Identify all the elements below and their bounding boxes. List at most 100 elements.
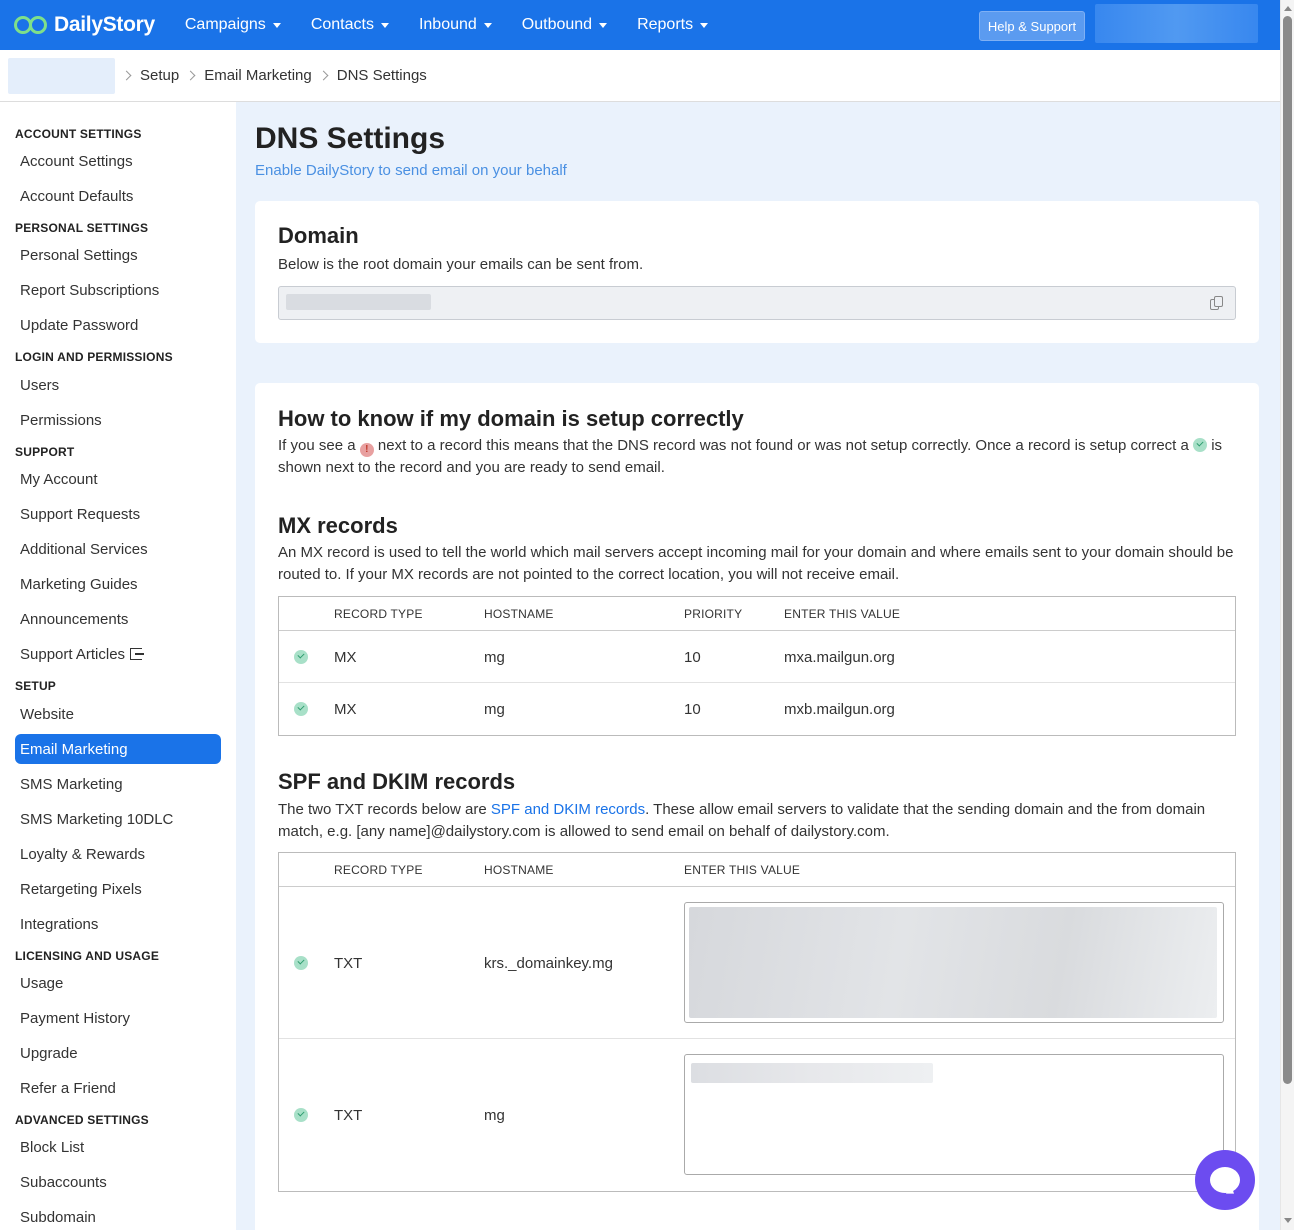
table-header: RECORD TYPE HOSTNAME PRIORITY ENTER THIS… bbox=[279, 597, 1235, 631]
page-scrollbar[interactable] bbox=[1280, 0, 1294, 1230]
chevron-down-icon bbox=[700, 22, 709, 28]
chevron-down-icon bbox=[380, 22, 389, 28]
nav-contacts[interactable]: Contacts bbox=[311, 16, 389, 34]
section-advanced-settings: ADVANCED SETTINGS bbox=[15, 1113, 149, 1127]
sidebar-item-subaccounts[interactable]: Subaccounts bbox=[15, 1167, 221, 1197]
copy-icon[interactable] bbox=[1210, 296, 1223, 310]
sidebar-item-loyalty-rewards[interactable]: Loyalty & Rewards bbox=[15, 839, 221, 869]
nav-reports[interactable]: Reports bbox=[637, 16, 709, 34]
sidebar-item-support-requests[interactable]: Support Requests bbox=[15, 499, 221, 529]
sidebar-item-sms-marketing[interactable]: SMS Marketing bbox=[15, 769, 221, 799]
user-menu[interactable] bbox=[1095, 4, 1258, 43]
sidebar-item-upgrade[interactable]: Upgrade bbox=[15, 1038, 221, 1068]
check-icon bbox=[294, 956, 308, 970]
record-type: MX bbox=[334, 701, 357, 718]
redacted-value bbox=[689, 907, 1217, 1018]
main-content: DNS Settings Enable DailyStory to send e… bbox=[236, 102, 1280, 1230]
table-row: MX mg 10 mxa.mailgun.org bbox=[279, 631, 1235, 683]
column-header: HOSTNAME bbox=[484, 863, 554, 877]
dkim-value-field[interactable] bbox=[684, 902, 1224, 1023]
section-support: SUPPORT bbox=[15, 445, 75, 459]
sidebar-item-users[interactable]: Users bbox=[15, 370, 221, 400]
table-row: TXT krs._domainkey.mg bbox=[279, 887, 1235, 1039]
account-name[interactable] bbox=[8, 57, 115, 94]
howto-text: If you see a ! next to a record this mea… bbox=[278, 435, 1238, 479]
brand-logo[interactable]: DailyStory bbox=[14, 0, 155, 50]
record-priority: 10 bbox=[684, 649, 701, 666]
help-support-button[interactable]: Help & Support bbox=[979, 11, 1085, 41]
record-type: MX bbox=[334, 649, 357, 666]
sidebar-item-sms-10dlc[interactable]: SMS Marketing 10DLC bbox=[15, 804, 221, 834]
spf-description: The two TXT records below are SPF and DK… bbox=[278, 799, 1238, 843]
spf-desc-part: The two TXT records below are bbox=[278, 801, 487, 818]
sidebar-item-website[interactable]: Website bbox=[15, 699, 221, 729]
sidebar-item-usage[interactable]: Usage bbox=[15, 968, 221, 998]
sidebar-item-block-list[interactable]: Block List bbox=[15, 1132, 221, 1162]
domain-card: Domain Below is the root domain your ema… bbox=[255, 201, 1259, 343]
sidebar-item-account-defaults[interactable]: Account Defaults bbox=[15, 181, 221, 211]
sidebar-item-update-password[interactable]: Update Password bbox=[15, 310, 221, 340]
record-hostname: mg bbox=[484, 1107, 505, 1124]
scroll-down-icon[interactable] bbox=[1284, 1218, 1292, 1223]
record-priority: 10 bbox=[684, 701, 701, 718]
chat-button[interactable] bbox=[1195, 1150, 1255, 1210]
main-menu: Campaigns Contacts Inbound Outbound Repo… bbox=[185, 16, 738, 34]
domain-value bbox=[286, 294, 431, 310]
spf-dkim-link[interactable]: SPF and DKIM records bbox=[491, 801, 645, 818]
sidebar-item-report-subscriptions[interactable]: Report Subscriptions bbox=[15, 275, 221, 305]
section-licensing-usage: LICENSING AND USAGE bbox=[15, 949, 160, 963]
check-icon bbox=[294, 702, 308, 716]
sidebar-item-integrations[interactable]: Integrations bbox=[15, 909, 221, 939]
chevron-right-icon bbox=[185, 70, 196, 81]
breadcrumb-email-marketing[interactable]: Email Marketing bbox=[204, 67, 312, 84]
column-header: RECORD TYPE bbox=[334, 607, 423, 621]
sidebar-item-account-settings[interactable]: Account Settings bbox=[15, 146, 221, 176]
sidebar-item-email-marketing[interactable]: Email Marketing bbox=[15, 734, 221, 764]
sidebar-item-support-articles[interactable]: Support Articles bbox=[15, 639, 221, 669]
nav-label: Contacts bbox=[310, 16, 374, 33]
spf-value-field[interactable] bbox=[684, 1054, 1224, 1175]
sidebar-item-additional-services[interactable]: Additional Services bbox=[15, 534, 221, 564]
howto-title: How to know if my domain is setup correc… bbox=[278, 406, 744, 431]
mx-table: RECORD TYPE HOSTNAME PRIORITY ENTER THIS… bbox=[278, 596, 1236, 736]
chevron-down-icon bbox=[483, 22, 492, 28]
breadcrumb-setup[interactable]: Setup bbox=[140, 67, 179, 84]
chat-icon bbox=[1210, 1167, 1240, 1193]
mx-title: MX records bbox=[278, 513, 398, 538]
sidebar-item-marketing-guides[interactable]: Marketing Guides bbox=[15, 569, 221, 599]
sidebar-item-announcements[interactable]: Announcements bbox=[15, 604, 221, 634]
sidebar-item-subdomain[interactable]: Subdomain bbox=[15, 1202, 221, 1230]
sidebar-item-refer-friend[interactable]: Refer a Friend bbox=[15, 1073, 221, 1103]
sidebar-item-retargeting-pixels[interactable]: Retargeting Pixels bbox=[15, 874, 221, 904]
external-link-icon bbox=[130, 648, 145, 660]
sidebar: ACCOUNT SETTINGS Account Settings Accoun… bbox=[0, 102, 236, 1230]
mx-description: An MX record is used to tell the world w… bbox=[278, 544, 1234, 583]
spf-table: RECORD TYPE HOSTNAME ENTER THIS VALUE TX… bbox=[278, 852, 1236, 1192]
section-personal-settings: PERSONAL SETTINGS bbox=[15, 221, 149, 235]
page-title: DNS Settings bbox=[255, 122, 446, 155]
spf-title: SPF and DKIM records bbox=[278, 769, 516, 794]
chevron-down-icon bbox=[599, 22, 608, 28]
sidebar-item-personal-settings[interactable]: Personal Settings bbox=[15, 240, 221, 270]
column-header: ENTER THIS VALUE bbox=[784, 607, 901, 621]
nav-label: Inbound bbox=[418, 16, 477, 33]
chevron-down-icon bbox=[272, 22, 281, 28]
check-icon bbox=[1193, 438, 1208, 452]
check-icon bbox=[294, 650, 308, 664]
scroll-up-icon[interactable] bbox=[1284, 6, 1292, 11]
domain-field[interactable] bbox=[278, 286, 1236, 320]
nav-inbound[interactable]: Inbound bbox=[419, 16, 492, 34]
section-setup: SETUP bbox=[15, 679, 57, 693]
scroll-thumb[interactable] bbox=[1283, 16, 1292, 1084]
sidebar-item-payment-history[interactable]: Payment History bbox=[15, 1003, 221, 1033]
sidebar-item-permissions[interactable]: Permissions bbox=[15, 405, 221, 435]
brand-name: DailyStory bbox=[54, 13, 155, 36]
nav-campaigns[interactable]: Campaigns bbox=[185, 16, 281, 34]
chevron-right-icon bbox=[121, 70, 132, 81]
nav-outbound[interactable]: Outbound bbox=[522, 16, 608, 34]
table-header: RECORD TYPE HOSTNAME ENTER THIS VALUE bbox=[279, 853, 1235, 887]
sidebar-item-my-account[interactable]: My Account bbox=[15, 464, 221, 494]
domain-description: Below is the root domain your emails can… bbox=[278, 256, 644, 273]
column-header: ENTER THIS VALUE bbox=[684, 863, 801, 877]
column-header: RECORD TYPE bbox=[334, 863, 423, 877]
